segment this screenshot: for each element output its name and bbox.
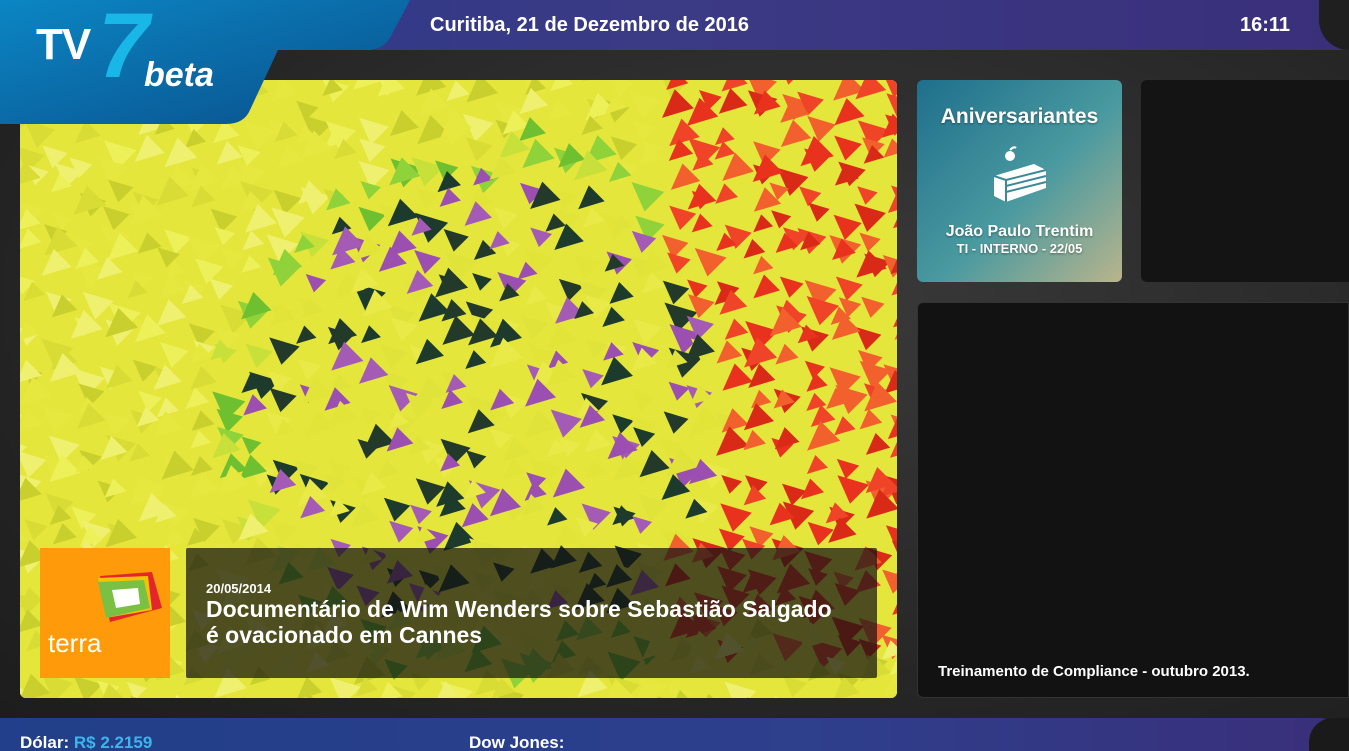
logo-tv-text: TV (36, 20, 91, 69)
video-panel[interactable]: Treinamento de Compliance - outubro 2013… (917, 302, 1349, 698)
video-caption: Treinamento de Compliance - outubro 2013… (938, 663, 1250, 680)
ticker-dolar: Dólar: R$ 2.2159 (20, 733, 152, 751)
ticker-bar (0, 718, 1349, 751)
header-date: Curitiba, 21 de Dezembro de 2016 (430, 14, 750, 36)
birthday-title: Aniversariantes (940, 105, 1099, 128)
ticker-dolar-value: R$ 2.2159 (73, 733, 153, 751)
header-clock: 16:11 (1240, 14, 1291, 36)
news-media-panel[interactable]: terra 20/05/2014 Documentário de Wim Wen… (20, 80, 897, 698)
logo-seven-text: 7 (98, 0, 150, 97)
news-caption-box: 20/05/2014 Documentário de Wim Wenders s… (186, 548, 877, 678)
news-headline[interactable]: Documentário de Wim Wenders sobre Sebast… (206, 596, 846, 648)
birthday-card[interactable]: Aniversariantes João Paulo Trentim TI - … (917, 80, 1122, 282)
ticker-dolar-label: Dólar: (20, 733, 70, 751)
terra-logo-text: terra (48, 628, 102, 658)
cake-icon (993, 146, 1047, 202)
ticker-dow-jones: Dow Jones: (469, 733, 565, 751)
birthday-person-name: João Paulo Trentim (945, 223, 1094, 240)
empty-widget-panel (1141, 80, 1349, 282)
terra-logo: terra (40, 548, 170, 678)
top-bar-cap (1319, 0, 1349, 50)
news-date: 20/05/2014 (206, 581, 272, 596)
birthday-person-detail: TI - INTERNO - 22/05 (956, 241, 1083, 256)
logo-beta-text: beta (144, 56, 214, 94)
